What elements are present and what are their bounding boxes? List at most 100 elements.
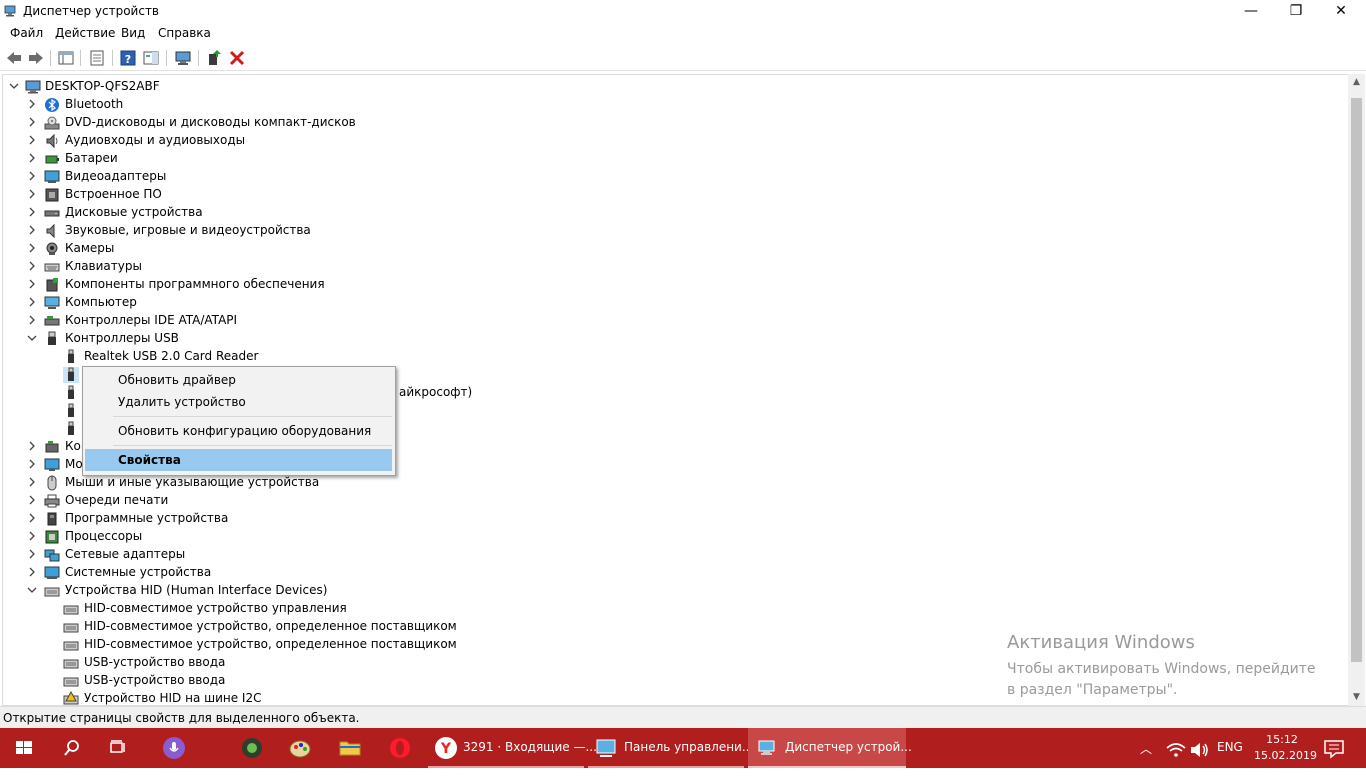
forward-arrow-icon[interactable] [27, 49, 45, 67]
back-arrow-icon[interactable] [5, 49, 23, 67]
tree-category[interactable]: Программные устройства [3, 510, 1003, 528]
scroll-down-icon[interactable]: ▼ [1348, 689, 1365, 706]
show-hidden-icons-chevron-icon[interactable]: ︿ [1140, 740, 1152, 780]
tree-category[interactable]: Мыши и иные указывающие устройства [3, 474, 1003, 492]
chevron-right-icon[interactable] [25, 529, 39, 543]
tree-category[interactable]: Камеры [3, 240, 1003, 258]
app-icon-green[interactable] [240, 736, 264, 760]
tree-device[interactable]: HID-совместимое устройство, определенное… [3, 618, 1003, 636]
scroll-up-icon[interactable]: ▲ [1348, 74, 1365, 91]
chevron-right-icon[interactable] [25, 223, 39, 237]
chevron-down-icon[interactable] [7, 79, 21, 93]
chevron-right-icon[interactable] [25, 313, 39, 327]
tree-category[interactable]: Системные устройства [3, 564, 1003, 582]
input-language[interactable]: ENG [1217, 740, 1243, 780]
tree-root[interactable]: DESKTOP-QFS2ABF [3, 78, 1003, 96]
tree-category[interactable]: Контроллеры USB [3, 330, 1003, 348]
tree-category[interactable]: Дисковые устройства [3, 204, 1003, 222]
chevron-right-icon[interactable] [25, 511, 39, 525]
chevron-down-icon[interactable] [25, 583, 39, 597]
taskbar-item-device-manager[interactable]: Диспетчер устрой... [748, 728, 912, 768]
wifi-icon[interactable] [1164, 738, 1186, 758]
tree-category[interactable]: Видеоадаптеры [3, 168, 1003, 186]
taskbar-item-control-panel[interactable]: Панель управлени... [588, 728, 753, 768]
tree-category-label: Программные устройства [65, 511, 229, 525]
chevron-right-icon[interactable] [25, 133, 39, 147]
chevron-right-icon[interactable] [25, 439, 39, 453]
chevron-right-icon[interactable] [25, 259, 39, 273]
notifications-icon[interactable] [1322, 737, 1344, 759]
tree-category[interactable]: Процессоры [3, 528, 1003, 546]
tree-category[interactable]: Встроенное ПО [3, 186, 1003, 204]
window-title: Диспетчер устройств [23, 4, 160, 18]
tree-category[interactable]: Bluetooth [3, 96, 1003, 114]
chevron-right-icon[interactable] [25, 493, 39, 507]
tree-category[interactable]: Звуковые, игровые и видеоустройства [3, 222, 1003, 240]
taskbar-item-yandex-mail[interactable]: Y 3291 · Входящие —... [428, 728, 597, 768]
tree-category[interactable]: Устройства HID (Human Interface Devices) [3, 582, 1003, 600]
tree-device[interactable]: USB-устройство ввода [3, 672, 1003, 690]
tree-device-label: Устройство HID на шине I2C [84, 691, 262, 705]
chevron-down-icon[interactable] [25, 331, 39, 345]
file-explorer-icon[interactable] [338, 736, 362, 760]
chevron-right-icon[interactable] [25, 97, 39, 111]
tree-category[interactable]: Батареи [3, 150, 1003, 168]
menu-view[interactable]: Вид [121, 26, 145, 40]
maximize-button[interactable]: ❐ [1273, 0, 1319, 24]
tree-category[interactable]: Очереди печати [3, 492, 1003, 510]
volume-icon[interactable] [1188, 738, 1208, 758]
storage-controller-icon [44, 439, 60, 455]
chevron-right-icon[interactable] [25, 457, 39, 471]
uninstall-device-icon[interactable] [228, 49, 246, 67]
action-pane-icon[interactable] [142, 49, 160, 67]
chevron-right-icon[interactable] [25, 295, 39, 309]
chevron-right-icon[interactable] [25, 187, 39, 201]
menu-item-uninstall-device[interactable]: Удалить устройство [85, 391, 392, 413]
chevron-right-icon[interactable] [25, 115, 39, 129]
chevron-right-icon[interactable] [25, 565, 39, 579]
tree-device[interactable]: Устройство HID на шине I2C [3, 690, 1003, 705]
scan-hardware-icon[interactable] [174, 49, 192, 67]
menu-help[interactable]: Справка [158, 26, 211, 40]
scrollbar-thumb[interactable] [1351, 98, 1362, 662]
chevron-right-icon[interactable] [25, 151, 39, 165]
chevron-right-icon[interactable] [25, 205, 39, 219]
tree-category[interactable]: DVD-дисководы и дисководы компакт-дисков [3, 114, 1003, 132]
update-driver-icon[interactable] [205, 49, 223, 67]
chevron-right-icon[interactable] [25, 475, 39, 489]
close-button[interactable]: ✕ [1318, 0, 1364, 24]
menu-action[interactable]: Действие [55, 26, 115, 40]
menu-item-scan-hardware[interactable]: Обновить конфигурацию оборудования [85, 420, 392, 442]
tree-device[interactable]: Realtek USB 2.0 Card Reader [3, 348, 1003, 366]
menu-item-properties[interactable]: Свойства [85, 449, 392, 471]
menu-item-update-driver[interactable]: Обновить драйвер [85, 369, 392, 391]
tree-category[interactable]: Компоненты программного обеспечения [3, 276, 1003, 294]
help-icon[interactable]: ? [119, 49, 137, 67]
tree-category[interactable]: Клавиатуры [3, 258, 1003, 276]
windows-start-icon[interactable] [12, 736, 36, 760]
show-hide-tree-icon[interactable] [57, 49, 75, 67]
tree-device[interactable]: HID-совместимое устройство, определенное… [3, 636, 1003, 654]
minimize-button[interactable]: — [1228, 0, 1274, 24]
tree-device[interactable]: HID-совместимое устройство управления [3, 600, 1003, 618]
task-view-icon[interactable] [106, 736, 130, 760]
clock[interactable]: 15:12 15.02.2019 [1254, 732, 1317, 764]
search-icon[interactable] [60, 736, 84, 760]
tree-device[interactable]: USB-устройство ввода [3, 654, 1003, 672]
chevron-right-icon[interactable] [25, 169, 39, 183]
vertical-scrollbar[interactable]: ▲ ▼ [1348, 74, 1365, 706]
menu-file[interactable]: Файл [10, 26, 43, 40]
opera-browser-icon[interactable] [388, 736, 412, 760]
properties-icon[interactable] [88, 49, 106, 67]
tree-category[interactable]: Контроллеры IDE ATA/ATAPI [3, 312, 1003, 330]
tree-category[interactable]: Сетевые адаптеры [3, 546, 1003, 564]
chevron-right-icon[interactable] [25, 277, 39, 291]
network-adapter-icon [44, 547, 60, 563]
tree-category[interactable]: Компьютер [3, 294, 1003, 312]
tree-device-label: HID-совместимое устройство, определенное… [84, 619, 457, 633]
cortana-mic-icon[interactable] [162, 736, 186, 760]
tree-category[interactable]: Аудиовходы и аудиовыходы [3, 132, 1003, 150]
chevron-right-icon[interactable] [25, 241, 39, 255]
paint-palette-icon[interactable] [288, 736, 312, 760]
chevron-right-icon[interactable] [25, 547, 39, 561]
